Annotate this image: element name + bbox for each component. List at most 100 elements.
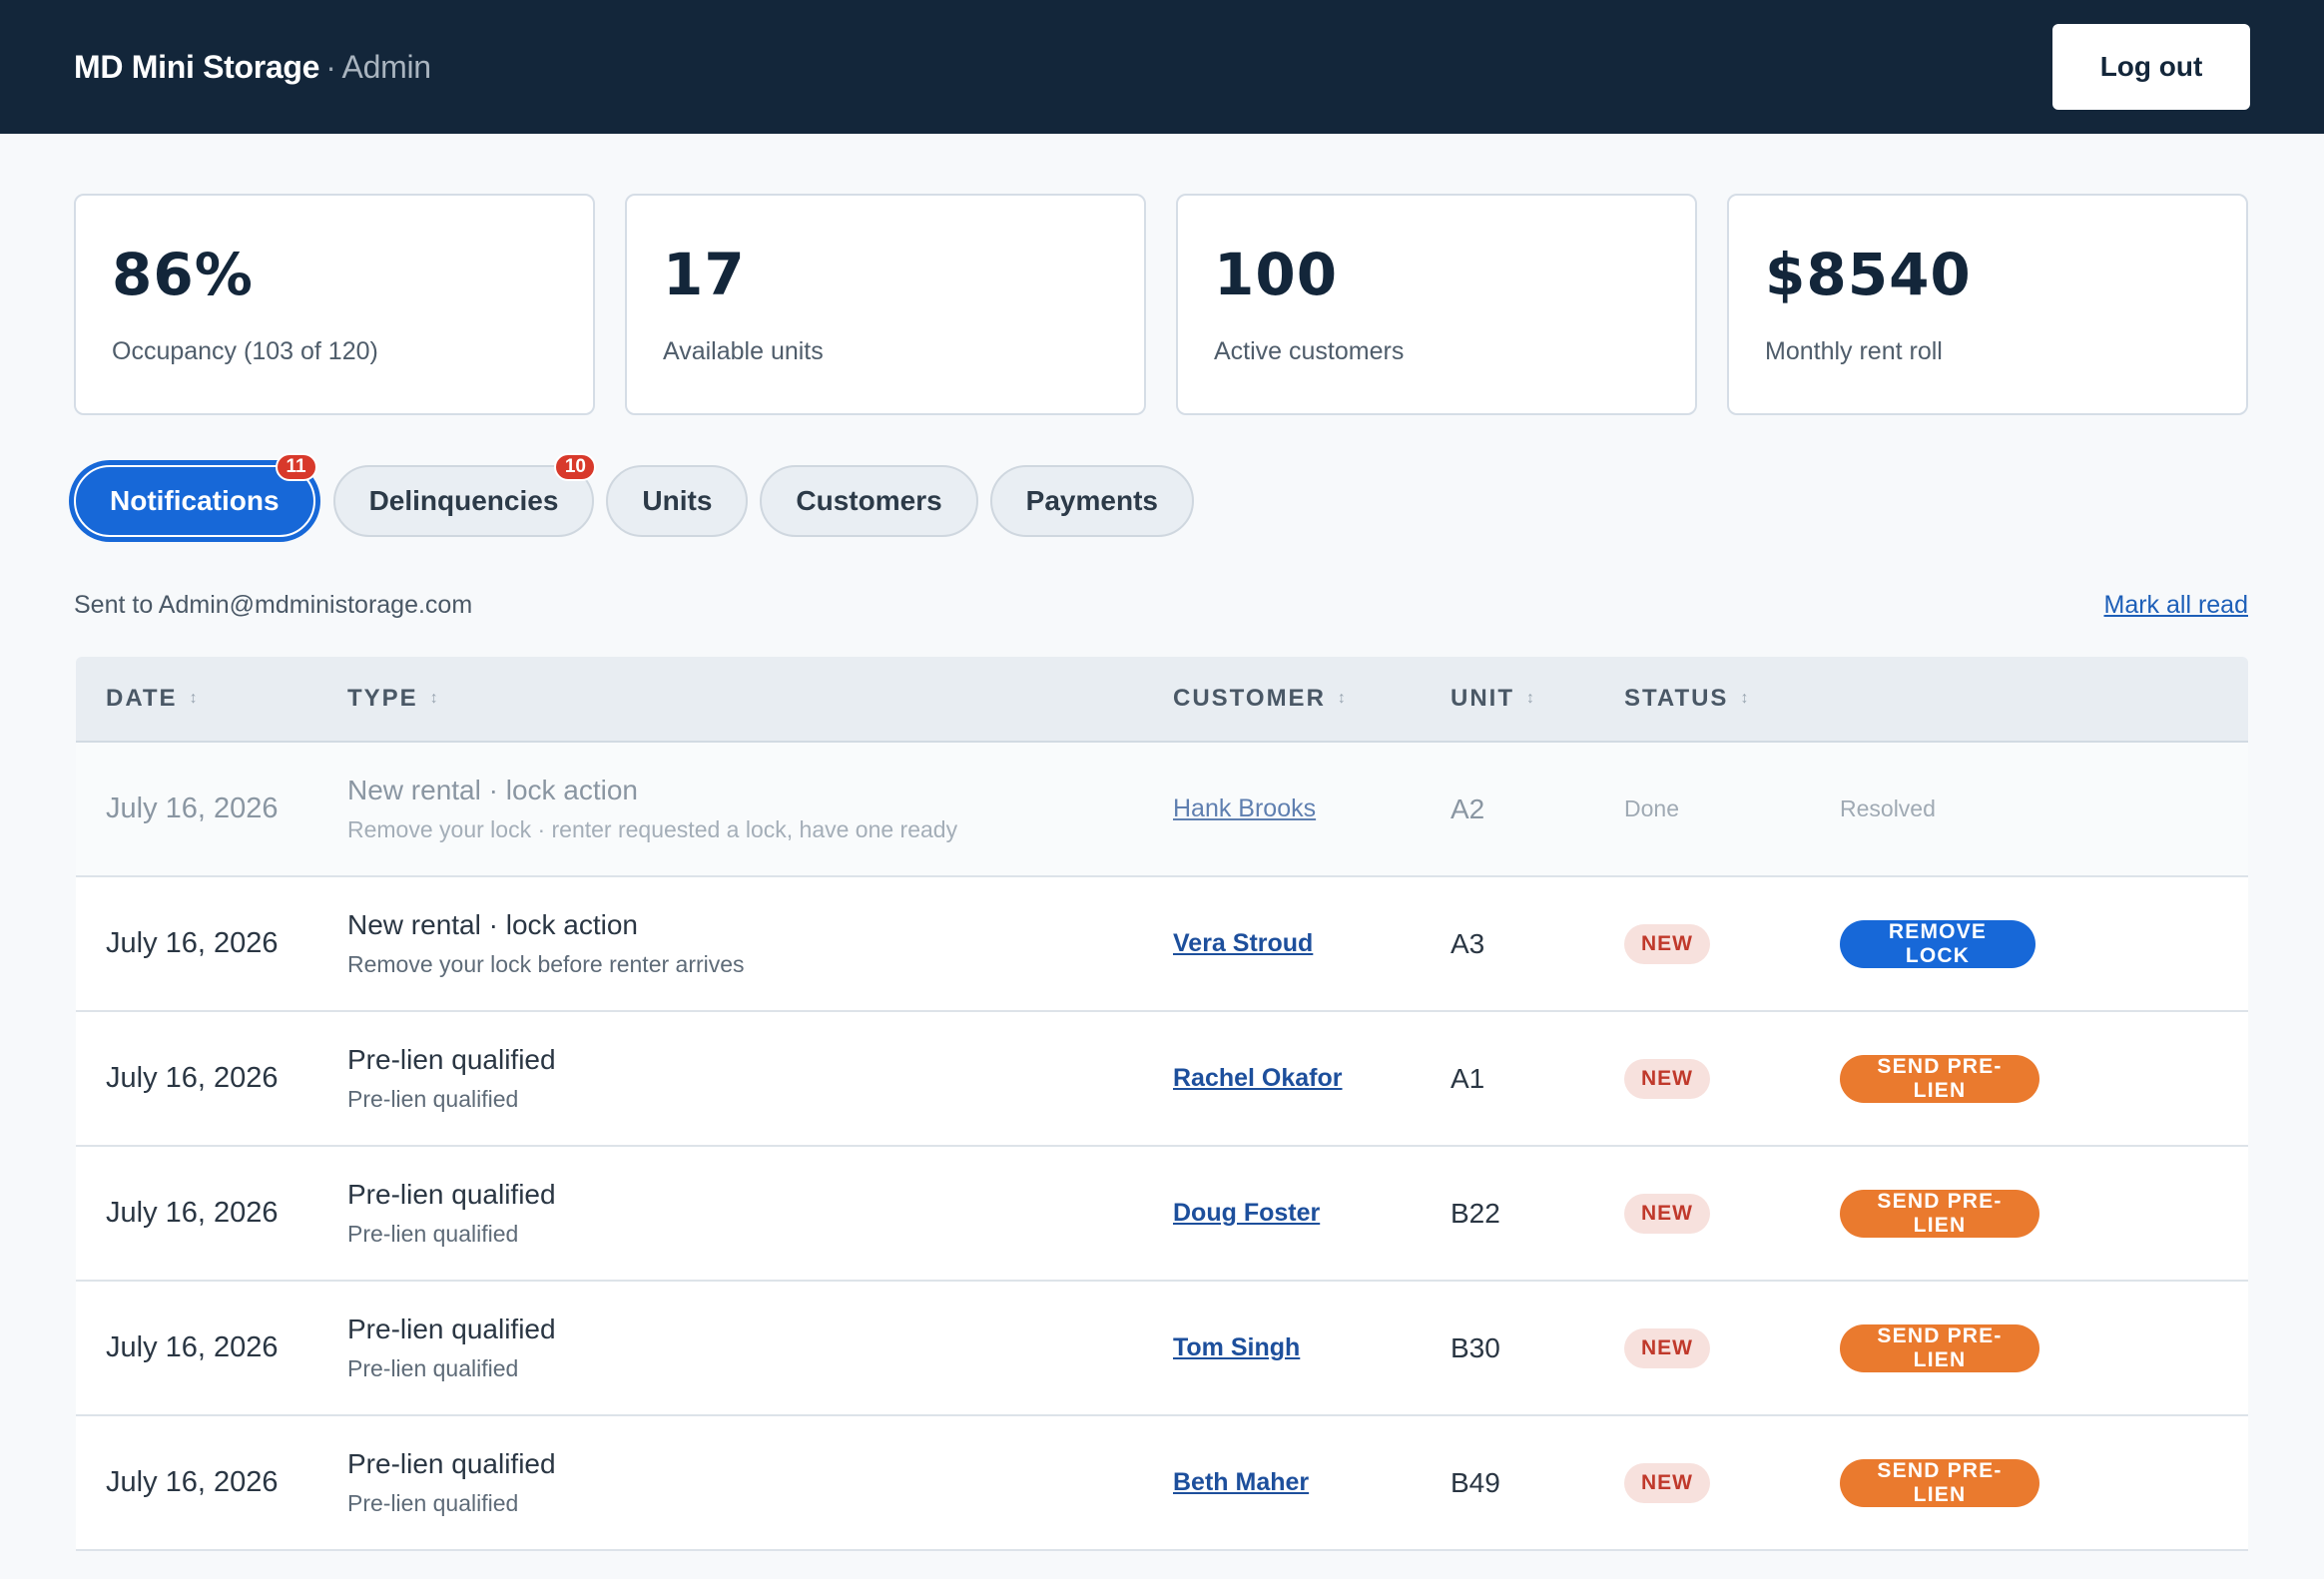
tab-customers[interactable]: Customers — [760, 465, 978, 537]
brand-name: MD Mini Storage — [74, 48, 320, 85]
brand-separator: · — [325, 48, 336, 85]
sort-icon: ↕ — [1526, 690, 1534, 707]
tab-label: Units — [642, 485, 713, 516]
remove-lock-button[interactable]: REMOVE LOCK — [1840, 919, 2035, 968]
stat-value: 17 — [663, 241, 746, 308]
table-row: July 16, 2026 Pre-lien qualified Pre-lie… — [76, 1147, 2248, 1282]
tab-payments[interactable]: Payments — [989, 465, 1194, 537]
row-detail: Pre-lien qualified — [347, 1355, 519, 1381]
row-unit: A3 — [1451, 927, 1485, 959]
column-label: UNIT — [1451, 685, 1514, 712]
column-header-customer[interactable]: CUSTOMER ↕ — [1173, 685, 1451, 713]
send-pre-lien-button[interactable]: SEND PRE-LIEN — [1840, 1054, 2039, 1103]
tab-label: Customers — [796, 485, 942, 516]
delinquencies-count-badge: 10 — [554, 453, 597, 481]
row-date: July 16, 2026 — [106, 1331, 279, 1363]
row-detail: Pre-lien qualified — [347, 1490, 519, 1516]
table-row: July 16, 2026 Pre-lien qualified Pre-lie… — [76, 1282, 2248, 1416]
row-date: July 16, 2026 — [106, 1062, 279, 1094]
tab-notifications[interactable]: Notifications 11 — [74, 453, 317, 537]
row-unit: B22 — [1451, 1197, 1500, 1229]
sort-icon: ↕ — [429, 690, 438, 707]
tab-bar: Notifications 11 Delinquencies 10 Units … — [66, 453, 1194, 545]
send-pre-lien-button[interactable]: SEND PRE-LIEN — [1840, 1189, 2039, 1238]
stat-label: Active customers — [1214, 337, 1405, 365]
row-unit: B49 — [1451, 1466, 1500, 1498]
stats-row: 86% Occupancy (103 of 120) 17 Available … — [74, 194, 2248, 415]
column-header-unit[interactable]: UNIT ↕ — [1451, 685, 1624, 713]
tab-label: Delinquencies — [368, 485, 559, 516]
row-date: July 16, 2026 — [106, 792, 279, 824]
row-type: Pre-lien qualified — [347, 1448, 556, 1479]
status-new-badge: NEW — [1624, 1462, 1710, 1503]
sort-icon: ↕ — [1337, 690, 1346, 707]
top-bar: MD Mini Storage · Admin Log out — [0, 0, 2324, 134]
mark-all-read-link[interactable]: Mark all read — [2104, 591, 2249, 620]
row-type: New rental · lock action — [347, 909, 639, 940]
row-unit: A2 — [1451, 792, 1485, 824]
send-pre-lien-button[interactable]: SEND PRE-LIEN — [1840, 1458, 2039, 1507]
stat-card-occupancy: 86% Occupancy (103 of 120) — [74, 194, 595, 415]
brand-role: Admin — [341, 48, 432, 85]
stat-card-available-units: 17 Available units — [625, 194, 1146, 415]
logout-button[interactable]: Log out — [2052, 24, 2250, 110]
row-detail: Remove your lock · renter requested a lo… — [347, 816, 958, 842]
customer-link[interactable]: Rachel Okafor — [1173, 1064, 1343, 1092]
column-label: CUSTOMER — [1173, 685, 1326, 712]
customer-link[interactable]: Tom Singh — [1173, 1333, 1300, 1361]
column-label: STATUS — [1624, 685, 1729, 712]
stat-label: Available units — [663, 337, 824, 365]
status-new-badge: NEW — [1624, 1193, 1710, 1234]
customer-link[interactable]: Beth Maher — [1173, 1468, 1309, 1496]
sort-icon: ↕ — [189, 690, 198, 707]
row-unit: B30 — [1451, 1331, 1500, 1363]
row-detail: Pre-lien qualified — [347, 1221, 519, 1247]
row-detail: Remove your lock before renter arrives — [347, 951, 745, 977]
table-row: July 16, 2026 Pre-lien qualified Pre-lie… — [76, 1012, 2248, 1147]
send-pre-lien-button[interactable]: SEND PRE-LIEN — [1840, 1323, 2039, 1372]
status-new-badge: NEW — [1624, 1058, 1710, 1099]
table-row: July 16, 2026 Pre-lien qualified Pre-lie… — [76, 1416, 2248, 1551]
notifications-subbar: Sent to Admin@mdministorage.com Mark all… — [74, 589, 2248, 621]
tab-delinquencies[interactable]: Delinquencies 10 — [332, 453, 597, 537]
row-type: Pre-lien qualified — [347, 1044, 556, 1075]
table-header: DATE ↕ TYPE ↕ CUSTOMER ↕ UNIT ↕ STATUS ↕ — [76, 657, 2248, 743]
column-label: DATE — [106, 685, 178, 712]
row-type: New rental · lock action — [347, 775, 639, 805]
sent-to-text: Sent to Admin@mdministorage.com — [74, 590, 473, 619]
table-row: July 16, 2026 New rental · lock action R… — [76, 877, 2248, 1012]
customer-link[interactable]: Hank Brooks — [1173, 794, 1316, 822]
column-header-status[interactable]: STATUS ↕ — [1624, 685, 1840, 713]
stat-value: 86% — [112, 241, 254, 308]
status-new-badge: NEW — [1624, 1327, 1710, 1368]
sort-icon: ↕ — [1740, 690, 1749, 707]
stat-card-rent-roll: $8540 Monthly rent roll — [1727, 194, 2248, 415]
notifications-table: DATE ↕ TYPE ↕ CUSTOMER ↕ UNIT ↕ STATUS ↕ July… — [76, 657, 2248, 1551]
customer-link[interactable]: Doug Foster — [1173, 1199, 1320, 1227]
row-date: July 16, 2026 — [106, 1466, 279, 1498]
status-new-badge: NEW — [1624, 923, 1710, 964]
customer-link[interactable]: Vera Stroud — [1173, 929, 1313, 957]
app-brand: MD Mini Storage · Admin — [74, 49, 431, 86]
column-header-type[interactable]: TYPE ↕ — [347, 685, 1173, 713]
tab-units[interactable]: Units — [606, 465, 749, 537]
table-row: July 16, 2026 New rental · lock action R… — [76, 743, 2248, 877]
stat-label: Occupancy (103 of 120) — [112, 337, 378, 365]
notifications-count-badge: 11 — [275, 453, 317, 481]
row-type: Pre-lien qualified — [347, 1314, 556, 1344]
row-detail: Pre-lien qualified — [347, 1086, 519, 1112]
row-unit: A1 — [1451, 1062, 1485, 1094]
tab-label: Notifications — [110, 485, 280, 516]
stat-value: $8540 — [1765, 241, 1972, 308]
row-type: Pre-lien qualified — [347, 1179, 556, 1210]
tab-label: Payments — [1025, 485, 1158, 516]
resolved-label: Resolved — [1840, 795, 1936, 821]
row-date: July 16, 2026 — [106, 927, 279, 959]
stat-label: Monthly rent roll — [1765, 337, 1943, 365]
column-label: TYPE — [347, 685, 418, 712]
column-header-date[interactable]: DATE ↕ — [76, 685, 347, 713]
status-done: Done — [1624, 795, 1679, 821]
stat-value: 100 — [1214, 241, 1339, 308]
row-date: July 16, 2026 — [106, 1197, 279, 1229]
stat-card-active-customers: 100 Active customers — [1176, 194, 1697, 415]
